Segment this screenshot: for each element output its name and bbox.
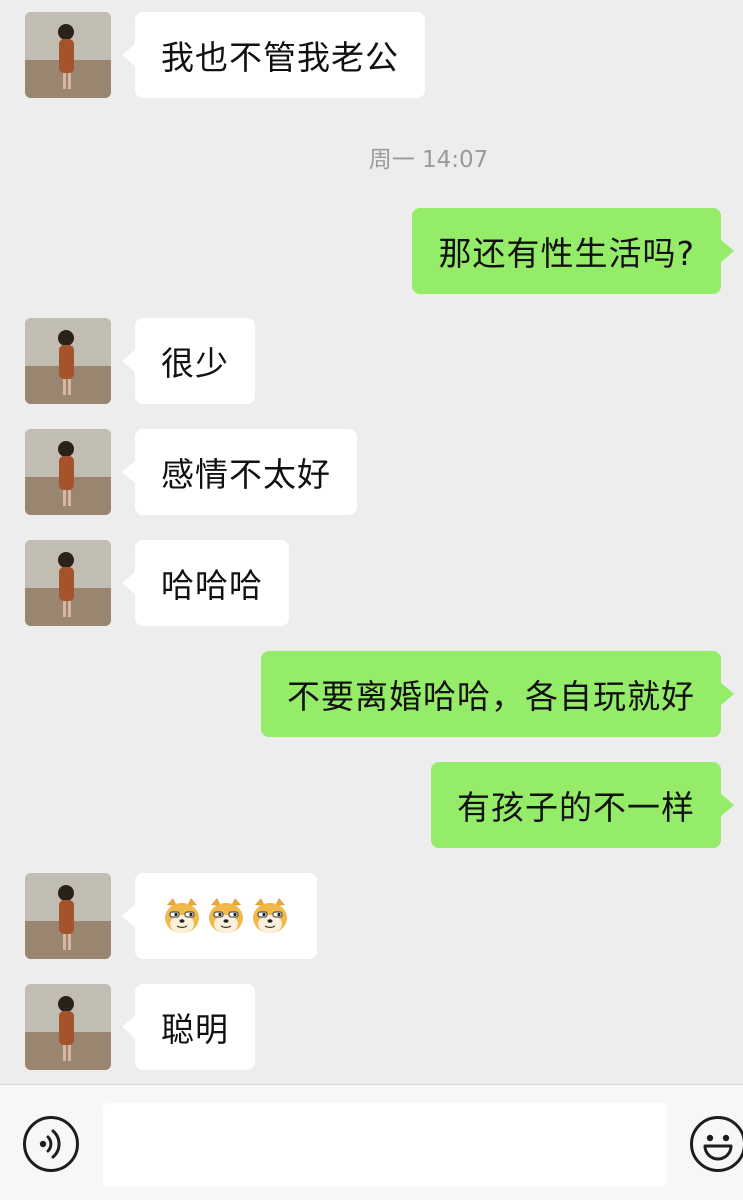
avatar-photo-icon xyxy=(25,984,111,1070)
received-message[interactable]: 聪明 xyxy=(122,984,255,1070)
message-text-input[interactable] xyxy=(103,1103,667,1187)
chat-area[interactable]: 我也不管我老公 周一 14:07 那还有性生活吗? 很少 感情不太好 哈哈哈 不… xyxy=(0,0,743,1084)
doge-emoji-icon xyxy=(253,898,287,933)
contact-avatar[interactable] xyxy=(25,429,111,515)
avatar-photo-icon xyxy=(25,318,111,404)
smiley-face-icon xyxy=(703,1134,733,1161)
contact-avatar[interactable] xyxy=(25,12,111,98)
received-message[interactable]: 哈哈哈 xyxy=(122,540,289,626)
doge-emoji-icon xyxy=(209,898,243,933)
received-message[interactable]: 很少 xyxy=(122,318,255,404)
avatar-photo-icon xyxy=(25,540,111,626)
avatar-photo-icon xyxy=(25,12,111,98)
received-emoji-message[interactable] xyxy=(122,873,317,959)
avatar-photo-icon xyxy=(25,429,111,515)
avatar-photo-icon xyxy=(25,873,111,959)
emoji-button[interactable] xyxy=(690,1116,743,1172)
doge-emoji-icon xyxy=(165,898,199,933)
contact-avatar[interactable] xyxy=(25,873,111,959)
sent-message[interactable]: 不要离婚哈哈，各自玩就好 xyxy=(261,651,734,737)
sent-message[interactable]: 有孩子的不一样 xyxy=(431,762,734,848)
voice-button[interactable] xyxy=(23,1116,79,1172)
received-message[interactable]: 感情不太好 xyxy=(122,429,357,515)
voice-icon xyxy=(39,1129,61,1159)
contact-avatar[interactable] xyxy=(25,540,111,626)
received-message[interactable]: 我也不管我老公 xyxy=(122,12,425,98)
sent-message[interactable]: 那还有性生活吗? xyxy=(412,208,734,294)
message-timestamp: 周一 14:07 xyxy=(368,147,489,173)
contact-avatar[interactable] xyxy=(25,984,111,1070)
contact-avatar[interactable] xyxy=(25,318,111,404)
message-input-bar xyxy=(0,1084,743,1200)
